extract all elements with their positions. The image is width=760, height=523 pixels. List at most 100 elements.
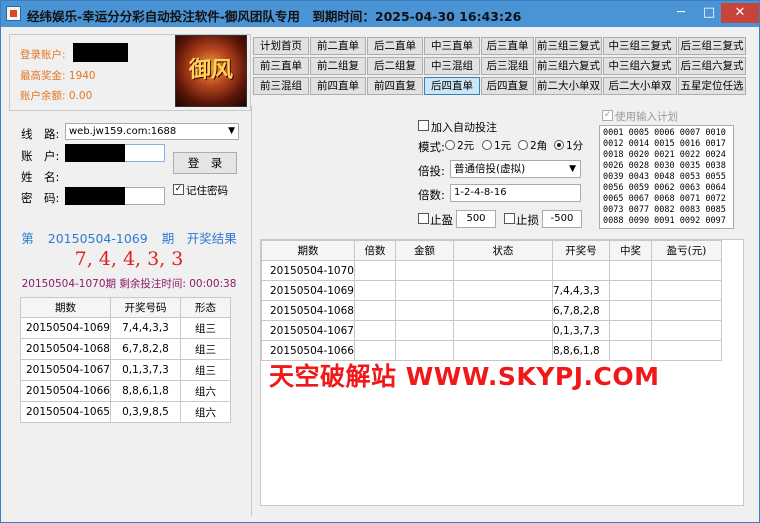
draw-suffix: 期 开奖结果 (161, 231, 237, 246)
plan-line: 0012 0014 0015 0016 0017 (603, 139, 726, 149)
bets-cell (452, 260, 553, 281)
stop-loss-checkbox[interactable] (504, 213, 515, 224)
bets-cell (650, 320, 722, 341)
bets-cell (394, 300, 454, 321)
login-button[interactable]: 登 录 (173, 152, 237, 174)
plan-button[interactable]: 前二组复 (310, 57, 366, 75)
table-row[interactable]: 20150504-1070 (261, 260, 722, 281)
table-row[interactable]: 20150504-1068 6,7,8,2,8 (261, 300, 722, 321)
close-button[interactable]: ✕ (721, 3, 759, 23)
balance-label: 账户余额: (20, 90, 66, 102)
title-bar: 经纬娱乐-幸运分分彩自动投注软件-御风团队专用 到期时间：2025-04-30 … (1, 1, 759, 27)
stop-profit-checkbox[interactable] (418, 213, 429, 224)
table-row[interactable]: 20150504-1067 0,1,3,7,3 (261, 320, 722, 341)
history-cell: 20150504-1066 (20, 380, 111, 402)
bets-cell (650, 340, 722, 361)
bets-cell: 20150504-1067 (261, 320, 355, 341)
bet-type-label: 倍投: (418, 164, 445, 178)
plan-line: 0001 0005 0006 0007 0010 (603, 128, 726, 138)
bets-cell (394, 260, 454, 281)
mode-radio[interactable] (518, 140, 528, 150)
max-prize-row: 最高奖金: 1940 (20, 68, 96, 83)
plan-button[interactable]: 前三组三复式 (535, 37, 602, 55)
table-row[interactable]: 20150504-1066 8,8,6,1,8 组六 (20, 380, 231, 402)
line-select[interactable]: web.jw159.com:1688 ▼ (65, 123, 239, 140)
history-cell: 7,4,4,3,3 (109, 317, 181, 339)
history-cell: 组三 (179, 359, 231, 381)
mode-label: 模式: (418, 140, 445, 154)
plan-button[interactable]: 中三直单 (424, 37, 480, 55)
bets-col-header: 期数 (261, 240, 355, 261)
plan-button[interactable]: 中三混组 (424, 57, 480, 75)
maximize-button[interactable]: □ (695, 3, 723, 23)
input-plan-textarea[interactable]: 0001 0005 0006 0007 0010 0012 0014 0015 0… (599, 125, 734, 229)
multiplier-input[interactable]: 1-2-4-8-16 (450, 184, 581, 202)
password-label: 密 码: (21, 191, 60, 205)
history-col-header: 形态 (179, 297, 231, 318)
plan-button[interactable]: 后二直单 (367, 37, 423, 55)
bets-col-header: 盈亏(元) (650, 240, 722, 261)
mode-radio[interactable] (554, 140, 564, 150)
plan-button[interactable]: 后三直单 (481, 37, 534, 55)
table-row[interactable]: 20150504-1065 0,3,9,8,5 组六 (20, 401, 231, 423)
chevron-down-icon: ▼ (228, 126, 235, 136)
table-row[interactable]: 20150504-1068 6,7,8,2,8 组三 (20, 338, 231, 360)
input-plan-panel: ✓ 使用输入计划 0001 0005 0006 0007 0010 0012 00… (599, 107, 739, 231)
plan-button[interactable]: 前三混组 (253, 77, 309, 95)
history-col-header: 开奖号码 (109, 297, 181, 318)
remember-label: 记住密码 (186, 185, 228, 197)
use-input-plan-checkbox[interactable]: ✓ (602, 110, 613, 121)
history-cell: 0,1,3,7,3 (109, 359, 181, 381)
mode-radio-label: 2元 (457, 140, 475, 152)
minimize-button[interactable]: ─ (667, 3, 695, 23)
auto-bet-checkbox[interactable] (418, 120, 429, 131)
history-cell: 8,8,6,1,8 (109, 380, 181, 402)
bet-type-select[interactable]: 普通倍投(虚拟) ▼ (450, 160, 581, 178)
bets-cell: 6,7,8,2,8 (551, 300, 610, 321)
bets-cell (608, 280, 652, 301)
plan-button[interactable]: 后二组复 (367, 57, 423, 75)
bets-cell (353, 260, 396, 281)
stop-loss-input[interactable]: -500 (542, 210, 582, 228)
table-row[interactable]: 20150504-1067 0,1,3,7,3 组三 (20, 359, 231, 381)
history-cell: 20150504-1069 (20, 317, 111, 339)
account-redacted (73, 43, 128, 62)
bets-col-header: 状态 (452, 240, 553, 261)
multiplier-label: 倍数: (418, 188, 445, 202)
table-row[interactable]: 20150504-1069 7,4,4,3,3 (261, 280, 722, 301)
plan-button[interactable]: 后四直复 (481, 77, 534, 95)
table-row[interactable]: 20150504-1069 7,4,4,3,3 组三 (20, 317, 231, 339)
bets-col-header: 中奖 (608, 240, 652, 261)
plan-button[interactable]: 计划首页 (253, 37, 309, 55)
remember-checkbox[interactable]: ✓ (173, 184, 184, 195)
stop-profit-input[interactable]: 500 (456, 210, 496, 228)
mode-radio[interactable] (445, 140, 455, 150)
balance-value: 0.00 (68, 90, 93, 102)
plan-line: 0088 0090 0091 0092 0097 (603, 216, 726, 226)
plan-button[interactable]: 中三组六复式 (603, 57, 677, 75)
plan-button[interactable]: 前四直单 (310, 77, 366, 95)
max-prize-value: 1940 (68, 70, 96, 82)
plan-button[interactable]: 后三组三复式 (678, 37, 746, 55)
plan-button[interactable]: 后三混组 (481, 57, 534, 75)
plan-line: 0026 0028 0030 0035 0038 (603, 161, 726, 171)
bets-cell (353, 280, 396, 301)
plan-button[interactable]: 五星定位任选 (678, 77, 746, 95)
plan-button[interactable]: 后四直单 (424, 77, 480, 95)
mode-radio[interactable] (482, 140, 492, 150)
plan-button[interactable]: 前三直单 (253, 57, 309, 75)
plan-button[interactable]: 前二大小单双 (535, 77, 602, 95)
history-cell: 20150504-1067 (20, 359, 111, 381)
window-title: 经纬娱乐-幸运分分彩自动投注软件-御风团队专用 到期时间：2025-04-30 … (27, 9, 522, 24)
plan-button[interactable]: 前二直单 (310, 37, 366, 55)
plan-button[interactable]: 前三组六复式 (535, 57, 602, 75)
plan-button[interactable]: 中三组三复式 (603, 37, 677, 55)
stop-profit-label: 止盈 (430, 213, 453, 227)
logo-text: 御风 (188, 57, 233, 83)
mode-radio-label: 2角 (530, 140, 548, 152)
plan-button[interactable]: 前四直复 (367, 77, 423, 95)
app-window: 经纬娱乐-幸运分分彩自动投注软件-御风团队专用 到期时间：2025-04-30 … (0, 0, 760, 523)
history-col-header: 期数 (20, 297, 111, 318)
plan-button[interactable]: 后三组六复式 (678, 57, 746, 75)
plan-button[interactable]: 后二大小单双 (603, 77, 677, 95)
